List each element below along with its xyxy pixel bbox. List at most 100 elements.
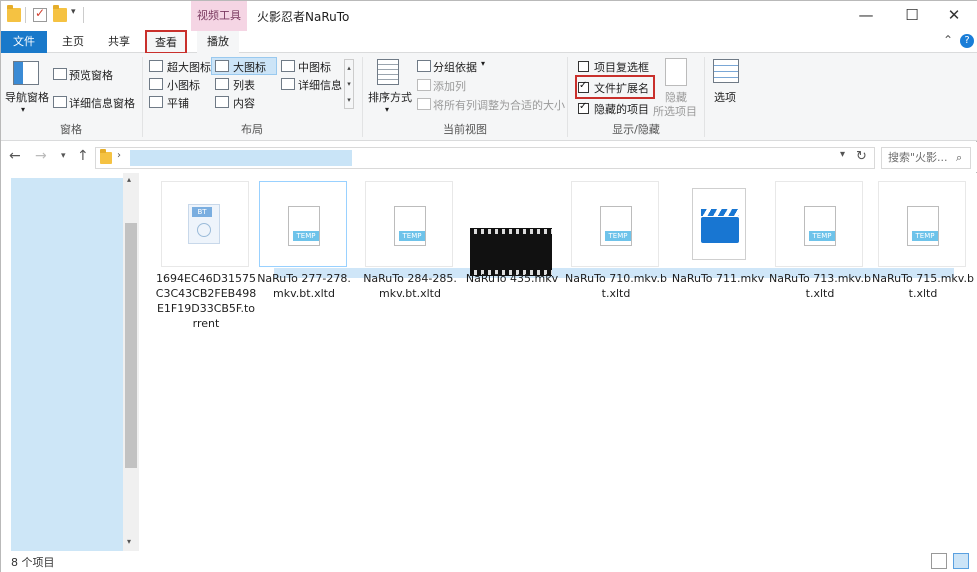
file-thumbnail: TEMP: [878, 181, 966, 267]
tab-play[interactable]: 播放: [197, 31, 239, 53]
group-label-show-hide: 显示/隐藏: [612, 123, 660, 136]
file-name: NaRuTo 713.mkv.bt.xltd: [769, 272, 871, 300]
ribbon-tabs: 文件 主页 共享 查看 播放 ⌃ ?: [1, 30, 977, 54]
divider: [704, 57, 705, 137]
file-extensions-highlight: [575, 75, 655, 99]
details-pane-icon: [53, 96, 67, 108]
status-bar: 8 个项目: [1, 551, 977, 572]
details-pane-button[interactable]: 详细信息窗格: [69, 95, 135, 111]
tab-view[interactable]: 查看: [145, 30, 187, 54]
temp-badge: TEMP: [399, 231, 425, 241]
new-folder-icon[interactable]: [53, 5, 67, 22]
maximize-button[interactable]: ☐: [889, 1, 935, 31]
list-icon: [215, 78, 229, 90]
chevron-down-icon[interactable]: ▾: [840, 149, 845, 160]
ribbon: 导航窗格 ▾ 预览窗格 详细信息窗格 窗格 超大图标 大图标 中图标 小图标 列…: [1, 53, 977, 141]
chevron-up-icon[interactable]: ▴: [127, 175, 131, 184]
file-name: 1694EC46D31575C3C43CB2FEB498E1F19D33CB5F…: [155, 272, 257, 330]
tab-share[interactable]: 共享: [99, 31, 139, 53]
collapse-ribbon-icon[interactable]: ⌃: [943, 33, 953, 47]
preview-pane-icon: [53, 68, 67, 80]
extra-large-icons-icon: [149, 60, 163, 72]
hidden-items-checkbox[interactable]: [578, 101, 589, 114]
navigation-pane[interactable]: [11, 178, 123, 552]
file-thumbnail: BT: [161, 181, 249, 267]
file-thumbnail: TEMP: [775, 181, 863, 267]
file-name: NaRuTo 277-278.mkv.bt.xltd: [257, 272, 351, 300]
group-by-icon: [417, 60, 431, 72]
scrollbar-thumb[interactable]: [125, 223, 137, 468]
tab-home[interactable]: 主页: [53, 31, 93, 53]
file-thumbnail: TEMP: [571, 181, 659, 267]
video-tools-context-tab[interactable]: 视频工具: [191, 1, 247, 31]
chevron-down-icon[interactable]: ▾: [21, 105, 25, 114]
temp-file-icon: TEMP: [600, 206, 632, 246]
window-title: 火影忍者NaRuTo: [257, 10, 350, 24]
file-thumbnail: [467, 181, 555, 276]
quick-access-dropdown-icon[interactable]: ▾: [71, 7, 76, 17]
close-button[interactable]: ✕: [931, 1, 977, 31]
back-arrow-icon[interactable]: ←: [9, 148, 21, 164]
recent-locations-icon[interactable]: ▾: [61, 151, 66, 161]
options-button[interactable]: 选项: [714, 89, 736, 105]
navigation-pane-scrollbar[interactable]: ▴ ▾: [123, 173, 139, 551]
navigation-pane-icon[interactable]: [13, 61, 39, 85]
layout-content[interactable]: 内容: [233, 95, 255, 111]
up-arrow-icon[interactable]: ↑: [77, 148, 89, 164]
layout-small-icons[interactable]: 小图标: [167, 77, 200, 93]
search-icon[interactable]: ⌕: [956, 148, 962, 168]
layout-tiles[interactable]: 平铺: [167, 95, 189, 111]
properties-icon[interactable]: [33, 6, 47, 22]
chevron-down-icon[interactable]: ▾: [127, 537, 131, 546]
layout-medium-icons[interactable]: 中图标: [298, 59, 331, 75]
layout-large-icons[interactable]: 大图标: [233, 59, 266, 75]
nav-pane-button[interactable]: 导航窗格: [5, 89, 49, 105]
temp-file-icon: TEMP: [804, 206, 836, 246]
temp-badge: TEMP: [605, 231, 631, 241]
address-input[interactable]: › ▾ ↻: [95, 147, 875, 169]
file-name: NaRuTo 284-285.mkv.bt.xltd: [363, 272, 457, 300]
large-icons-view-icon[interactable]: [953, 553, 969, 569]
medium-icons-icon: [281, 60, 295, 72]
explorer-window: ▾ 视频工具 火影忍者NaRuTo — ☐ ✕ 文件 主页 共享 查看 播放 ⌃…: [0, 0, 977, 572]
item-checkboxes-checkbox[interactable]: [578, 61, 589, 72]
item-count: 8 个项目: [11, 556, 55, 569]
layout-extra-large-icons[interactable]: 超大图标: [167, 59, 211, 75]
file-thumbnail: [673, 181, 761, 267]
temp-file-icon: TEMP: [907, 206, 939, 246]
help-icon[interactable]: ?: [960, 34, 974, 48]
sort-by-button[interactable]: 排序方式: [368, 89, 412, 105]
layout-details[interactable]: 详细信息: [298, 77, 342, 93]
address-path-selection: [130, 150, 352, 166]
file-thumbnail: TEMP: [365, 181, 453, 267]
temp-file-icon: TEMP: [394, 206, 426, 246]
fit-columns-button[interactable]: 将所有列调整为合适的大小: [433, 97, 565, 113]
breadcrumb-chevron-icon[interactable]: ›: [117, 150, 121, 161]
group-by-button[interactable]: 分组依据: [433, 59, 477, 75]
group-label-layout: 布局: [241, 123, 263, 136]
refresh-icon[interactable]: ↻: [856, 149, 867, 164]
small-icons-icon: [149, 78, 163, 90]
forward-arrow-icon[interactable]: →: [35, 148, 47, 164]
tab-file[interactable]: 文件: [1, 31, 47, 53]
preview-pane-button[interactable]: 预览窗格: [69, 67, 113, 83]
group-label-pane: 窗格: [60, 123, 82, 136]
details-view-icon[interactable]: [931, 553, 947, 569]
hidden-items-label: 隐藏的项目: [594, 103, 649, 116]
video-thumbnail: [470, 228, 552, 276]
temp-badge: TEMP: [293, 231, 319, 241]
add-column-button[interactable]: 添加列: [433, 78, 466, 94]
minimize-button[interactable]: —: [843, 1, 889, 31]
chevron-down-icon[interactable]: ▾: [481, 59, 485, 68]
layout-list[interactable]: 列表: [233, 77, 255, 93]
search-input[interactable]: 搜索"火影... ⌕: [881, 147, 971, 169]
hide-selected-label-2[interactable]: 所选项目: [653, 103, 697, 119]
file-thumbnail: TEMP: [259, 181, 347, 267]
chevron-down-icon[interactable]: ▾: [385, 105, 389, 114]
divider: [83, 7, 84, 23]
layout-gallery-scroll[interactable]: ▴ ▾ ▾: [344, 59, 354, 109]
temp-badge: TEMP: [912, 231, 938, 241]
file-view: BT 1694EC46D31575C3C43CB2FEB498E1F19D33C…: [141, 173, 977, 551]
group-label-current-view: 当前视图: [443, 123, 487, 136]
tiles-icon: [149, 96, 163, 108]
